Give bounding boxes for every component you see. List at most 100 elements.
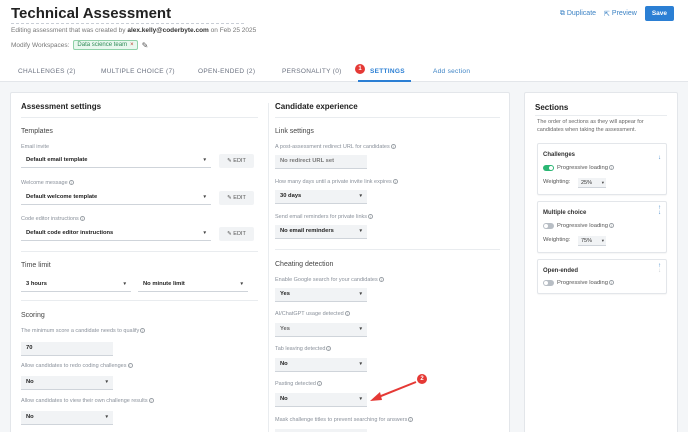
ai-usage-select[interactable]: Yes ▾ [275, 323, 367, 337]
progressive-loading-toggle[interactable] [543, 223, 554, 229]
assessment-settings-title: Assessment settings [21, 102, 102, 111]
section-card-challenges[interactable]: Challenges ↓ Progressive loading i Weight… [537, 143, 667, 195]
tab-settings[interactable]: SETTINGS [370, 68, 405, 75]
weighting-value: 75% [581, 238, 593, 244]
ai-usage-text: AI/ChatGPT usage detected [275, 311, 344, 317]
move-down-icon[interactable]: ↓ [658, 155, 661, 161]
tab-leaving-select[interactable]: No ▾ [275, 358, 367, 372]
link-expire-select[interactable]: 30 days ▾ [275, 190, 367, 204]
move-up-down-icon[interactable]: ↑ ↓ [658, 205, 661, 216]
tab-bar: CHALLENGES (2) MULTIPLE CHOICE (7) OPEN-… [0, 60, 688, 82]
weighting-select[interactable]: 75% ▾ [578, 236, 606, 246]
tab-open-ended[interactable]: OPEN-ENDED (2) [198, 68, 255, 75]
email-reminders-label: Send email reminders for private links i [275, 214, 374, 220]
settings-card: Assessment settings Templates Email invi… [10, 92, 510, 432]
section-card-open-ended[interactable]: Open-ended ↑ ↓ Progressive loading i [537, 259, 667, 294]
edit-code-editor-button[interactable]: ✎ EDIT [219, 227, 254, 241]
info-icon: i [368, 214, 374, 220]
divider [535, 115, 667, 116]
info-icon: i [79, 216, 85, 222]
cheating-detection-title: Cheating detection [275, 261, 334, 268]
progressive-loading-toggle[interactable] [543, 165, 554, 171]
chevron-down-icon: ▾ [601, 180, 604, 185]
weighting-select[interactable]: 25% ▾ [578, 178, 606, 188]
duplicate-button[interactable]: ⧉ Duplicate [560, 10, 596, 18]
link-settings-title: Link settings [275, 128, 314, 135]
min-score-input[interactable]: 70 [21, 342, 113, 356]
code-editor-label: Code editor instructions i [21, 216, 85, 222]
tab-leaving-label: Tab leaving detected i [275, 346, 332, 352]
chevron-down-icon: ▾ [123, 281, 126, 287]
pasting-label: Pasting detected i [275, 381, 322, 387]
tab-personality[interactable]: PERSONALITY (0) [282, 68, 342, 75]
preview-button[interactable]: ⇱ Preview [604, 10, 637, 18]
chevron-down-icon: ▾ [203, 157, 206, 163]
hours-value: 3 hours [26, 281, 47, 287]
workspace-tag-label: Data science team [77, 42, 128, 48]
weighting-value: 25% [581, 180, 593, 186]
pencil-icon: ✎ [227, 158, 232, 164]
pasting-value: No [280, 396, 288, 402]
pencil-icon: ✎ [227, 231, 232, 237]
pencil-icon[interactable]: ✎ [142, 41, 149, 50]
tab-multiple-choice[interactable]: MULTIPLE CHOICE (7) [101, 68, 175, 75]
modify-workspaces-label: Modify Workspaces: [11, 41, 70, 49]
pasting-text: Pasting detected [275, 381, 316, 387]
subtitle-suffix: on Feb 25 2025 [210, 27, 257, 34]
tab-add-section[interactable]: Add section [433, 68, 470, 75]
mask-titles-label: Mask challenge titles to prevent searchi… [275, 417, 414, 423]
redo-challenges-select[interactable]: No ▾ [21, 376, 113, 390]
divider [21, 117, 258, 118]
welcome-message-text: Welcome message [21, 180, 68, 186]
min-score-text: The minimum score a candidate needs to q… [21, 328, 140, 334]
assessment-settings-column: Assessment settings Templates Email invi… [21, 93, 258, 432]
view-results-text: Allow candidates to view their own chall… [21, 398, 148, 404]
pasting-select[interactable]: No ▾ [275, 393, 367, 407]
code-editor-value: Default code editor instructions [26, 230, 114, 236]
copy-icon: ⧉ [559, 9, 565, 17]
progressive-loading-label: Progressive loading i [557, 165, 614, 171]
minutes-select[interactable]: No minute limit ▾ [138, 278, 248, 292]
sections-description: The order of sections as they will appea… [537, 119, 644, 134]
edit-email-template-button[interactable]: ✎ EDIT [219, 154, 254, 168]
google-search-label: Enable Google search for your candidates… [275, 277, 384, 283]
welcome-message-label: Welcome message i [21, 180, 74, 186]
welcome-template-select[interactable]: Default welcome template ▾ [21, 191, 211, 205]
workspace-tag[interactable]: Data science team × [73, 40, 138, 50]
google-search-select[interactable]: Yes ▾ [275, 288, 367, 302]
hours-select[interactable]: 3 hours ▾ [21, 278, 131, 292]
divider [21, 251, 258, 252]
view-results-select[interactable]: No ▾ [21, 411, 113, 425]
subtitle-prefix: Editing assessment that was created by [11, 27, 126, 34]
annotation-badge-1: 1 [355, 64, 365, 74]
view-results-label: Allow candidates to view their own chall… [21, 398, 154, 404]
code-editor-select[interactable]: Default code editor instructions ▾ [21, 227, 211, 241]
remove-tag-icon[interactable]: × [130, 42, 134, 48]
redirect-url-label: A post-assessment redirect URL for candi… [275, 144, 396, 150]
email-template-select[interactable]: Default email template ▾ [21, 154, 211, 168]
save-button[interactable]: Save [644, 6, 674, 21]
edit-welcome-template-button[interactable]: ✎ EDIT [219, 191, 254, 205]
ai-usage-value: Yes [280, 326, 290, 332]
header-actions: ⧉ Duplicate ⇱ Preview Save [560, 6, 674, 21]
info-icon: i [392, 179, 398, 185]
move-up-icon[interactable]: ↑ ↓ [658, 263, 661, 274]
edit-label: EDIT [233, 158, 246, 164]
tab-challenges[interactable]: CHALLENGES (2) [18, 68, 76, 75]
progressive-loading-toggle[interactable] [543, 280, 554, 286]
info-icon: i [140, 328, 146, 334]
section-name: Multiple choice [543, 210, 587, 216]
redirect-url-input[interactable]: No redirect URL set [275, 155, 367, 169]
chevron-down-icon: ▾ [359, 228, 362, 234]
link-expire-value: 30 days [280, 193, 302, 199]
pencil-icon: ✎ [227, 195, 232, 201]
email-reminders-select[interactable]: No email reminders ▾ [275, 225, 367, 239]
time-limit-title: Time limit [21, 262, 51, 269]
info-icon: i [390, 144, 396, 150]
sections-title: Sections [535, 103, 569, 112]
redo-challenges-text: Allow candidates to redo coding challeng… [21, 363, 127, 369]
chevron-down-icon: ▾ [105, 379, 108, 385]
page-title[interactable]: Technical Assessment [11, 5, 171, 22]
email-reminders-value: No email reminders [280, 228, 334, 234]
section-card-multiple-choice[interactable]: Multiple choice ↑ ↓ Progressive loading i … [537, 201, 667, 253]
